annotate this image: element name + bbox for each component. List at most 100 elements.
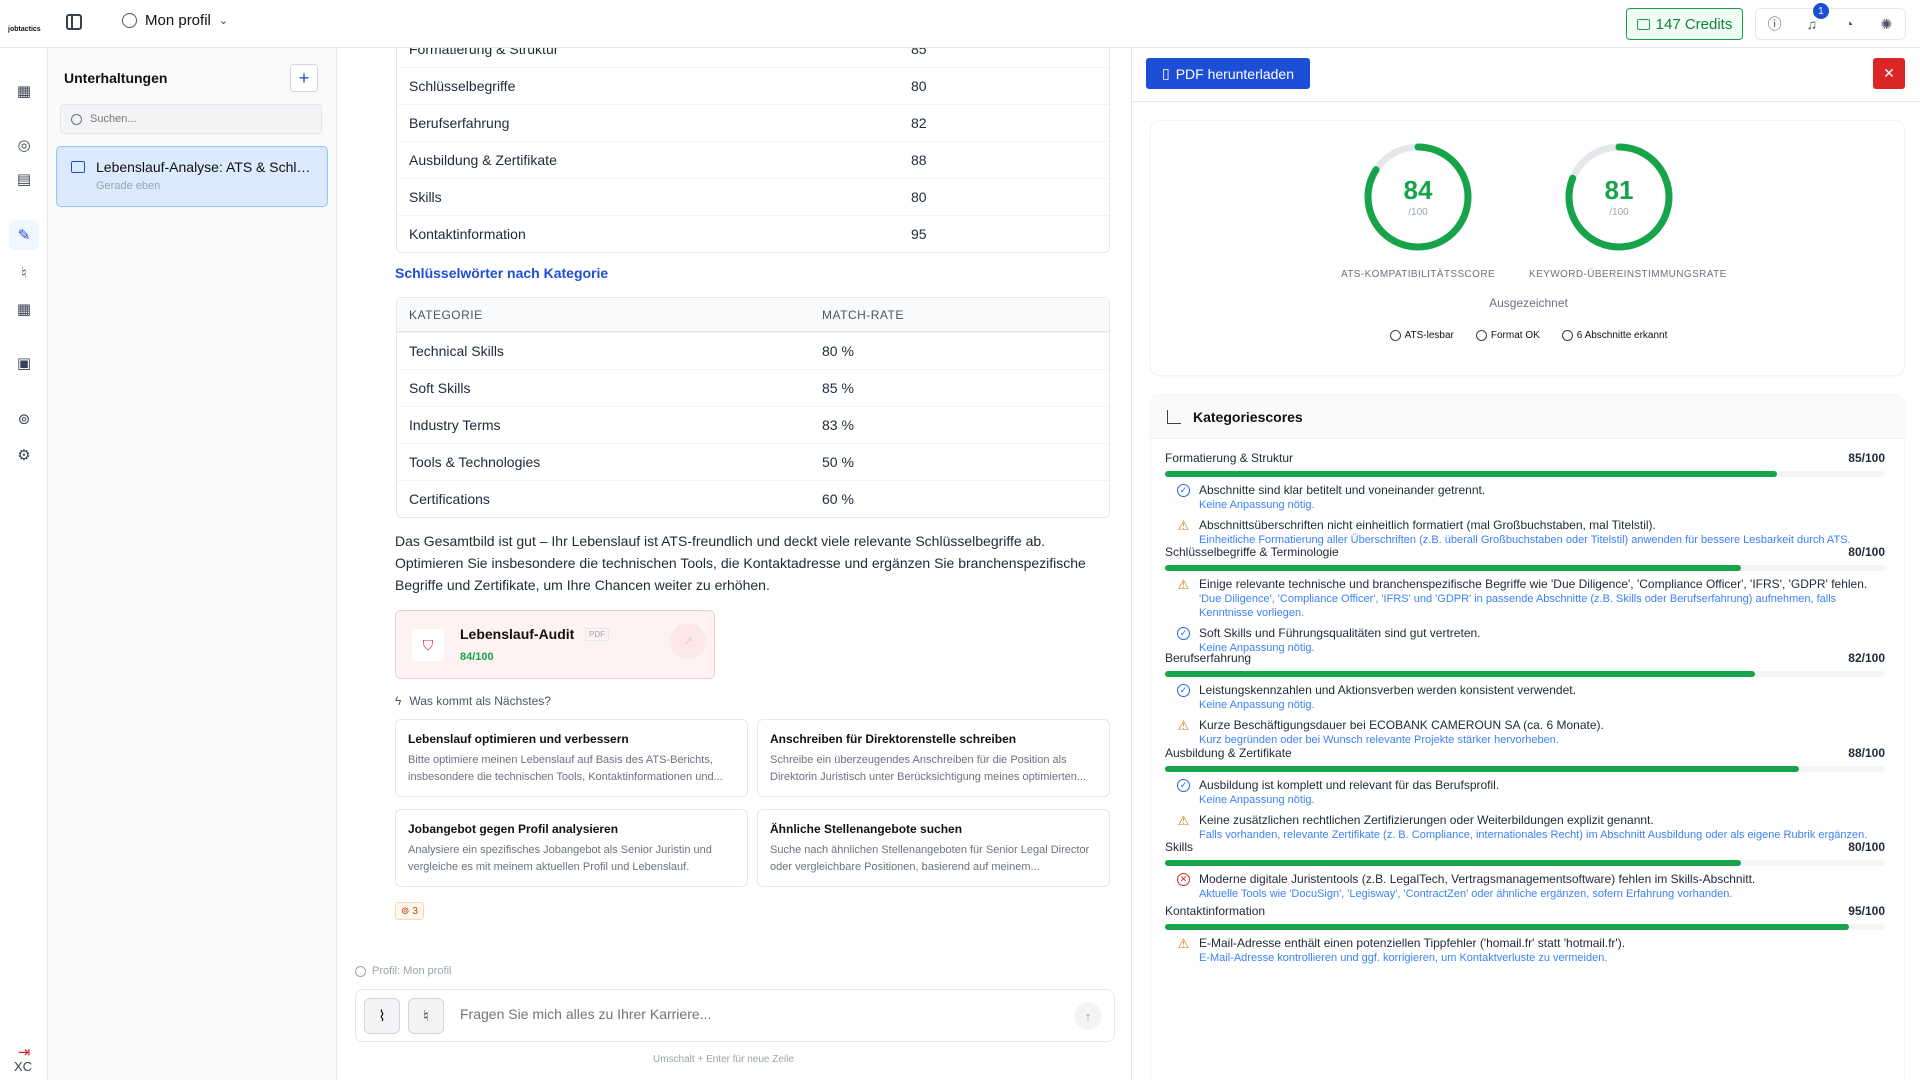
- bell-icon[interactable]: ♫ 1: [1803, 3, 1829, 33]
- next-steps-text: Was kommt als Nächstes?: [409, 694, 551, 708]
- magic-wand-icon[interactable]: ✎: [9, 220, 39, 250]
- issue-text: Ausbildung ist komplett und relevant für…: [1199, 778, 1500, 792]
- search-input[interactable]: [90, 113, 290, 125]
- suggestion-card[interactable]: Ähnliche Stellenangebote suchen Suche na…: [757, 809, 1110, 887]
- sidebar-toggle-icon[interactable]: [66, 14, 82, 30]
- profile-label: Mon profil: [145, 12, 211, 29]
- send-arrow-icon[interactable]: ↑: [1074, 1002, 1102, 1030]
- category-block: Berufserfahrung 82/100 ✓ Leistungskennzahle…: [1165, 651, 1885, 747]
- pill-label: Format OK: [1490, 330, 1540, 341]
- profile-note: Profil: Mon profil: [355, 965, 451, 977]
- category-progress-fill: [1165, 671, 1756, 677]
- issue-text: Abschnittsüberschriften nicht einheitlic…: [1199, 518, 1656, 532]
- category-block: Kontaktinformation 95/100 ⚠ E-Mail-Adresse …: [1165, 904, 1885, 965]
- dashboard-icon[interactable]: ▦: [15, 82, 33, 100]
- category-block: Ausbildung & Zertifikate 88/100 ✓ Ausbildun…: [1165, 746, 1885, 842]
- conversation-title: Lebenslauf-Analyse: ATS & Schlüsselwörte…: [96, 159, 316, 175]
- credits-button[interactable]: 147 Credits: [1626, 8, 1743, 40]
- table-row: Kontaktinformation 95: [397, 215, 1109, 252]
- suggestion-card[interactable]: Anschreiben für Direktorenstelle schreib…: [757, 719, 1110, 797]
- table-cell: 50 %: [822, 454, 854, 470]
- next-steps-label: ϟ Was kommt als Nächstes?: [395, 694, 551, 708]
- coins-icon[interactable]: ⊚: [15, 410, 33, 428]
- notification-badge: 1: [1812, 3, 1829, 19]
- category-score: 82/100: [1848, 651, 1885, 665]
- table-row: Schlüsselbegriffe 80: [397, 67, 1109, 104]
- table-cell: 82: [911, 115, 927, 131]
- issue-fix: 'Due Diligence', 'Compliance Officer', '…: [1199, 593, 1837, 619]
- help-icon[interactable]: ⓘ: [1766, 15, 1784, 33]
- paperclip-icon[interactable]: ⌇: [364, 998, 400, 1034]
- document-icon[interactable]: ▤: [15, 170, 33, 188]
- app-logo[interactable]: jobtactics: [8, 26, 41, 33]
- category-row: Ausbildung & Zertifikate 88/100: [1165, 746, 1885, 762]
- table-cell: Tools & Technologies: [409, 454, 541, 470]
- microphone-icon[interactable]: ♮: [408, 998, 444, 1034]
- lightning-icon: ϟ: [395, 694, 402, 708]
- credit-cost-value: 3: [412, 905, 418, 917]
- logout-icon[interactable]: ⇥: [15, 1043, 33, 1061]
- download-pdf-button[interactable]: ▯ PDF herunterladen: [1146, 58, 1310, 89]
- conversation-item[interactable]: Lebenslauf-Analyse: ATS & Schlüsselwörte…: [56, 146, 328, 207]
- gear-icon[interactable]: ⚙: [15, 446, 33, 464]
- close-icon[interactable]: ✕: [1873, 58, 1905, 89]
- table-row: Tools & Technologies 50 %: [397, 443, 1109, 480]
- issue-item: ⚠ Abschnittsüberschriften nicht einheitli…: [1165, 518, 1885, 547]
- category-name: Schlüsselbegriffe & Terminologie: [1165, 545, 1339, 559]
- sun-icon[interactable]: ✺: [1877, 15, 1895, 33]
- table-row: Formatierung & Struktur 85: [397, 48, 1109, 67]
- user-avatar-initials[interactable]: XC: [14, 1059, 32, 1074]
- profile-selector[interactable]: Mon profil ⌄: [122, 12, 228, 29]
- category-progress-fill: [1165, 766, 1799, 772]
- issue-item: ⚠ Einige relevante technische und branche…: [1165, 577, 1885, 620]
- user-icon[interactable]: ◎: [15, 136, 33, 154]
- issue-text: Kurze Beschäftigungsdauer bei ECOBANK CA…: [1199, 718, 1604, 732]
- conversation-time: Gerade eben: [96, 180, 161, 192]
- category-progress: [1165, 565, 1885, 571]
- ats-score-value: 84: [1403, 175, 1433, 205]
- palette-icon[interactable]: ◔: [1840, 15, 1858, 33]
- table-cell: Schlüsselbegriffe: [409, 78, 516, 94]
- suggestion-text: Suche nach ähnlichen Stellenangeboten fü…: [770, 844, 1090, 873]
- keyword-table: KATEGORIE MATCH-RATE Technical Skills 80 …: [396, 297, 1110, 518]
- category-row: Schlüsselbegriffe & Terminologie 80/100: [1165, 545, 1885, 561]
- ats-score-max: /100: [1408, 207, 1428, 218]
- audit-card[interactable]: ⛉ Lebenslauf-Audit PDF 84/100 ↗: [395, 610, 715, 679]
- composer-hint: Umschalt + Enter für neue Zeile: [653, 1054, 794, 1065]
- suggestion-card[interactable]: Jobangebot gegen Profil analysieren Anal…: [395, 809, 748, 887]
- report-header: ▯ PDF herunterladen ✕: [1132, 48, 1920, 102]
- coins-icon: ⊚: [401, 905, 410, 917]
- issue-item: ✓ Ausbildung ist komplett und relevant fü…: [1165, 778, 1885, 807]
- issue-text: Keine zusätzlichen rechtlichen Zertifizi…: [1199, 813, 1654, 827]
- category-progress-fill: [1165, 860, 1741, 866]
- table-cell: Kontaktinformation: [409, 226, 526, 242]
- category-score: 85/100: [1848, 451, 1885, 465]
- table-cell: Certifications: [409, 491, 490, 507]
- category-name: Skills: [1165, 840, 1194, 854]
- suggestion-card[interactable]: Lebenslauf optimieren und verbessern Bit…: [395, 719, 748, 797]
- chat-main: Formatierung & Struktur 85 Schlüsselbegri…: [338, 48, 1130, 1080]
- category-score: 80/100: [1848, 840, 1885, 854]
- message-composer: ⌇ ♮ ↑: [355, 989, 1115, 1042]
- user-circle-icon: [122, 13, 137, 28]
- briefcase-icon[interactable]: ▣: [15, 354, 33, 372]
- check-circle-icon: ✓: [1177, 684, 1190, 697]
- issue-text: Abschnitte sind klar betitelt und vonein…: [1199, 483, 1486, 497]
- status-pill: ATS-lesbar: [1386, 328, 1458, 343]
- microphone-icon[interactable]: ♮: [15, 264, 33, 282]
- message-input[interactable]: [460, 1006, 1020, 1022]
- status-pills: ATS-lesbar Format OK 6 Abschnitte erkann…: [1151, 328, 1906, 343]
- check-circle-icon: ✓: [1177, 627, 1190, 640]
- external-link-icon[interactable]: ↗: [670, 623, 706, 659]
- conversations-title: Unterhaltungen: [64, 70, 168, 86]
- issue-text: Moderne digitale Juristentools (z.B. Leg…: [1199, 872, 1756, 886]
- category-progress: [1165, 471, 1885, 477]
- table-cell: 80: [911, 189, 927, 205]
- new-conversation-button[interactable]: +: [290, 64, 318, 92]
- apps-icon[interactable]: ▦: [15, 300, 33, 318]
- issue-item: ⚠ Keine zusätzlichen rechtlichen Zertifiz…: [1165, 813, 1885, 842]
- overall-score-card: 84 /100 ATS-KOMPATIBILITÄTSSCORE 81 /100…: [1150, 120, 1905, 376]
- credits-label: 147 Credits: [1655, 15, 1733, 33]
- table-row: Ausbildung & Zertifikate 88: [397, 141, 1109, 178]
- table-cell: 88: [911, 152, 927, 168]
